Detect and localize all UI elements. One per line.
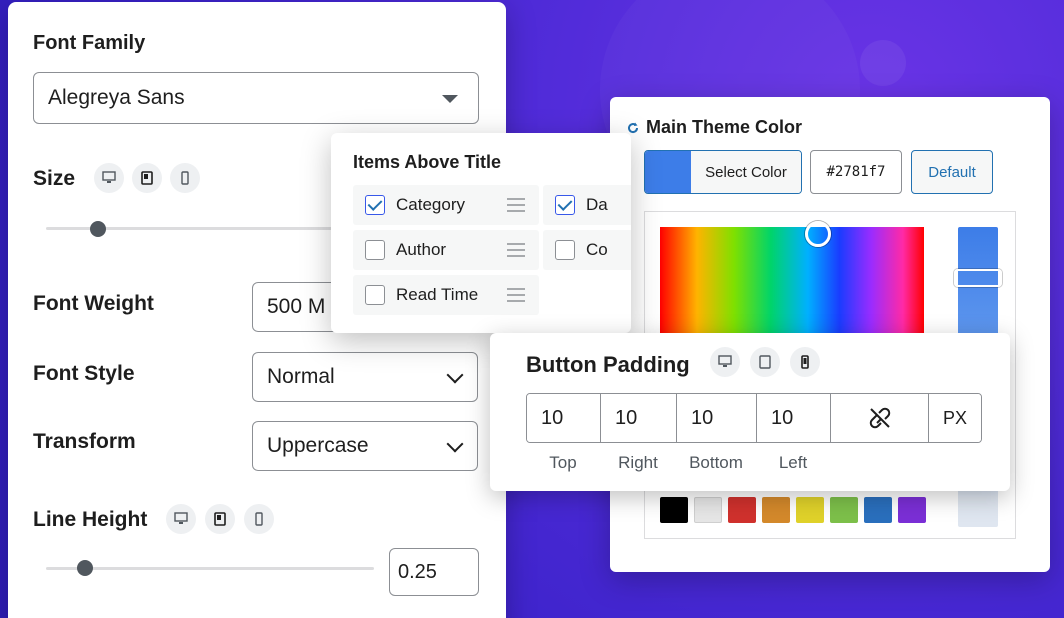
hex-color-input[interactable]: #2781f7 — [810, 150, 902, 194]
padding-title: Button Padding — [526, 352, 690, 377]
padding-bottom-label: Bottom — [689, 453, 743, 472]
select-color-label: Select Color — [691, 151, 801, 193]
palette-swatch[interactable] — [660, 497, 688, 523]
font-family-value: Alegreya Sans — [48, 86, 185, 109]
font-family-label: Font Family — [33, 32, 146, 54]
drag-handle-icon[interactable] — [507, 243, 525, 257]
transform-label: Transform — [33, 430, 136, 453]
default-label: Default — [928, 163, 976, 181]
font-style-label: Font Style — [33, 362, 135, 385]
item-label: Co — [586, 240, 608, 259]
hex-value: #2781f7 — [826, 164, 886, 180]
transform-select[interactable]: Uppercase — [252, 421, 478, 471]
background-blob — [860, 40, 906, 86]
spectrum-handle[interactable] — [805, 221, 831, 247]
palette-swatch[interactable] — [796, 497, 824, 523]
unlink-icon[interactable] — [831, 394, 929, 442]
item-label: Da — [586, 195, 608, 214]
color-palette — [660, 497, 926, 523]
padding-top-value: 10 — [541, 406, 564, 429]
padding-left-input[interactable]: 10 — [757, 394, 831, 442]
category-checkbox[interactable] — [365, 195, 385, 215]
padding-bottom-input[interactable]: 10 — [677, 394, 757, 442]
line-height-label: Line Height — [33, 508, 148, 531]
palette-swatch[interactable] — [864, 497, 892, 523]
items-above-title-panel: Items Above Title Category Da Author Co … — [331, 133, 631, 333]
tablet-icon[interactable] — [750, 347, 780, 377]
padding-labels: Top Right Bottom Left — [526, 453, 830, 473]
font-style-value: Normal — [267, 365, 335, 388]
padding-left-value: 10 — [771, 406, 794, 429]
mobile-icon[interactable] — [790, 347, 820, 377]
padding-left-label: Left — [778, 453, 808, 472]
desktop-icon[interactable] — [94, 163, 124, 193]
font-weight-label: Font Weight — [33, 292, 154, 315]
select-color-button[interactable]: Select Color — [644, 150, 802, 194]
padding-right-input[interactable]: 10 — [601, 394, 677, 442]
list-item[interactable]: Read Time — [353, 275, 539, 315]
mobile-icon[interactable] — [170, 163, 200, 193]
current-color-swatch — [645, 151, 691, 193]
desktop-icon[interactable] — [710, 347, 740, 377]
item-label: Read Time — [396, 285, 479, 304]
font-family-select[interactable]: Alegreya Sans — [33, 72, 479, 124]
list-item[interactable]: Category — [353, 185, 539, 225]
caret-down-icon — [442, 95, 458, 103]
list-item[interactable]: Author — [353, 230, 539, 270]
font-weight-value: 500 M — [267, 295, 326, 318]
line-height-value: 0.25 — [398, 560, 437, 583]
comments-checkbox[interactable] — [555, 240, 575, 260]
line-height-input[interactable]: 0.25 — [389, 548, 479, 596]
item-label: Author — [396, 240, 447, 259]
drag-handle-icon[interactable] — [507, 288, 525, 302]
date-checkbox[interactable] — [555, 195, 575, 215]
button-padding-panel: Button Padding 10 10 10 10 PX Top Right … — [490, 333, 1010, 491]
palette-swatch[interactable] — [830, 497, 858, 523]
chevron-down-icon — [446, 435, 464, 453]
size-slider-thumb[interactable] — [90, 221, 106, 237]
chevron-down-icon — [446, 366, 464, 384]
read-time-checkbox[interactable] — [365, 285, 385, 305]
font-style-select[interactable]: Normal — [252, 352, 478, 402]
transform-value: Uppercase — [267, 434, 369, 457]
reset-icon[interactable] — [626, 121, 640, 135]
item-label: Category — [396, 195, 465, 214]
color-title-text: Main Theme Color — [646, 117, 803, 137]
desktop-icon[interactable] — [166, 504, 196, 534]
padding-right-value: 10 — [615, 406, 638, 429]
padding-inputs: 10 10 10 10 PX — [526, 393, 982, 443]
mobile-icon[interactable] — [244, 504, 274, 534]
shade-slider-handle[interactable] — [954, 269, 1002, 287]
padding-right-label: Right — [618, 453, 658, 472]
list-item[interactable]: Da — [543, 185, 631, 225]
tablet-icon[interactable] — [205, 504, 235, 534]
color-title: Main Theme Color — [626, 117, 802, 138]
padding-top-input[interactable]: 10 — [527, 394, 601, 442]
size-label: Size — [33, 167, 76, 190]
line-height-slider-thumb[interactable] — [77, 560, 93, 576]
unit-label: PX — [942, 407, 967, 428]
drag-handle-icon[interactable] — [507, 198, 525, 212]
palette-swatch[interactable] — [728, 497, 756, 523]
palette-swatch[interactable] — [762, 497, 790, 523]
padding-bottom-value: 10 — [691, 406, 714, 429]
list-item[interactable]: Co — [543, 230, 631, 270]
padding-top-label: Top — [549, 453, 577, 472]
items-title: Items Above Title — [353, 152, 502, 172]
default-button[interactable]: Default — [911, 150, 993, 194]
unit-selector[interactable]: PX — [929, 394, 981, 442]
palette-swatch[interactable] — [898, 497, 926, 523]
author-checkbox[interactable] — [365, 240, 385, 260]
tablet-icon[interactable] — [132, 163, 162, 193]
palette-swatch[interactable] — [694, 497, 722, 523]
line-height-slider-track[interactable] — [46, 567, 374, 570]
